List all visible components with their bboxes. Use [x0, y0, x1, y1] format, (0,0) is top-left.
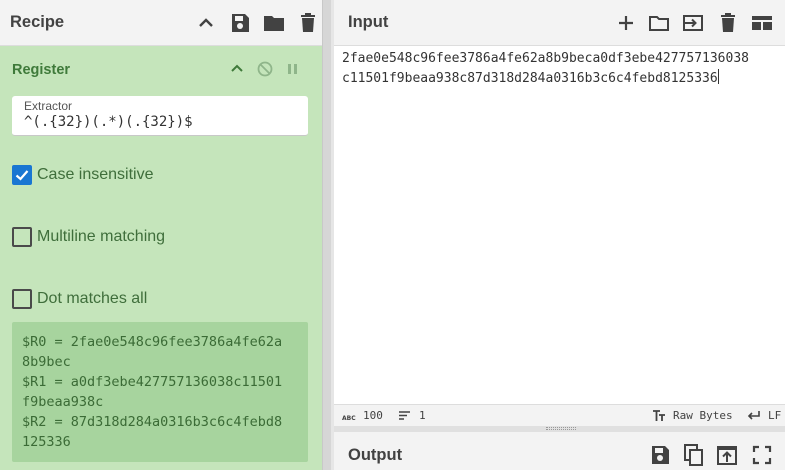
input-line: 2fae0e548c96fee3786a4fe62a8b9beca0df3ebe… [342, 51, 749, 66]
operation-name: Register [12, 62, 71, 78]
input-header: Input [334, 0, 785, 46]
copy-icon[interactable] [682, 443, 706, 467]
case-insensitive-checkbox[interactable] [12, 165, 32, 185]
result-line: $R1 = a0df3ebe427757136038c11501 [22, 374, 283, 390]
trash-icon[interactable] [716, 11, 740, 35]
line-count: 1 [419, 409, 426, 422]
multiline-matching-checkbox[interactable] [12, 227, 32, 247]
eol-label[interactable]: LF [768, 409, 781, 422]
encoding-label[interactable]: Raw Bytes [673, 409, 733, 422]
register-results-text: $R0 = 2fae0e548c96fee3786a4fe62a 8b9bec … [22, 332, 282, 452]
io-resizer-grip[interactable] [546, 427, 576, 430]
multiline-matching-label: Multiline matching [37, 228, 166, 245]
input-status-bar: ABC 100 1 Raw Bytes LF [334, 404, 785, 426]
input-line: c11501f9beaa938c87d318d284a0316b3c6c4feb… [342, 71, 718, 86]
extractor-label: Extractor [24, 99, 73, 113]
svg-text:ABC: ABC [342, 415, 356, 421]
plus-icon[interactable] [614, 11, 638, 35]
result-line: $R2 = 87d318d284a0316b3c6c4febd8 [22, 414, 283, 430]
chevron-up-icon[interactable] [194, 11, 218, 35]
lines-icon [399, 411, 410, 420]
fullscreen-icon[interactable] [750, 443, 774, 467]
input-textarea[interactable]: 2fae0e548c96fee3786a4fe62a8b9beca0df3ebe… [342, 49, 782, 89]
extractor-field[interactable]: Extractor ^(.{32})(.*)(.{32})$ [12, 96, 308, 136]
chevron-up-icon[interactable] [227, 59, 247, 79]
panel-resizer-edge [331, 0, 334, 470]
checkmark-icon [15, 170, 29, 181]
trash-icon[interactable] [296, 11, 320, 35]
result-line: f9beaa938c [22, 394, 104, 410]
text-caret [717, 69, 719, 84]
dot-matches-all-option[interactable]: Dot matches all [12, 288, 147, 310]
save-icon[interactable] [648, 443, 672, 467]
folder-icon[interactable] [262, 11, 286, 35]
case-insensitive-option[interactable]: Case insensitive [12, 164, 154, 186]
char-count: 100 [363, 409, 383, 422]
extractor-value[interactable]: ^(.{32})(.*)(.{32})$ [24, 114, 193, 130]
result-line: 8b9bec [22, 354, 71, 370]
recipe-panel: Recipe Register Extractor ^(.{32})(.*)(.… [0, 0, 322, 470]
result-line: $R0 = 2fae0e548c96fee3786a4fe62a [22, 334, 283, 350]
import-icon[interactable] [681, 11, 705, 35]
pause-icon[interactable] [283, 59, 303, 79]
case-insensitive-label: Case insensitive [37, 166, 154, 183]
dot-matches-all-label: Dot matches all [37, 290, 148, 307]
multiline-matching-option[interactable]: Multiline matching [12, 226, 165, 248]
dot-matches-all-checkbox[interactable] [12, 289, 32, 309]
folder-icon[interactable] [647, 11, 671, 35]
save-icon[interactable] [228, 11, 252, 35]
abc-icon: ABC [342, 415, 356, 421]
result-line: 125336 [22, 434, 71, 450]
recipe-title: Recipe [10, 13, 65, 31]
newline-icon[interactable] [747, 410, 760, 421]
input-title: Input [348, 13, 389, 31]
replace-input-icon[interactable] [715, 443, 739, 467]
register-results: $R0 = 2fae0e548c96fee3786a4fe62a 8b9bec … [12, 322, 308, 462]
output-title: Output [348, 446, 403, 464]
disable-icon[interactable] [255, 59, 275, 79]
text-format-icon[interactable] [652, 409, 666, 422]
layout-icon[interactable] [750, 11, 774, 35]
recipe-header: Recipe [0, 0, 322, 46]
